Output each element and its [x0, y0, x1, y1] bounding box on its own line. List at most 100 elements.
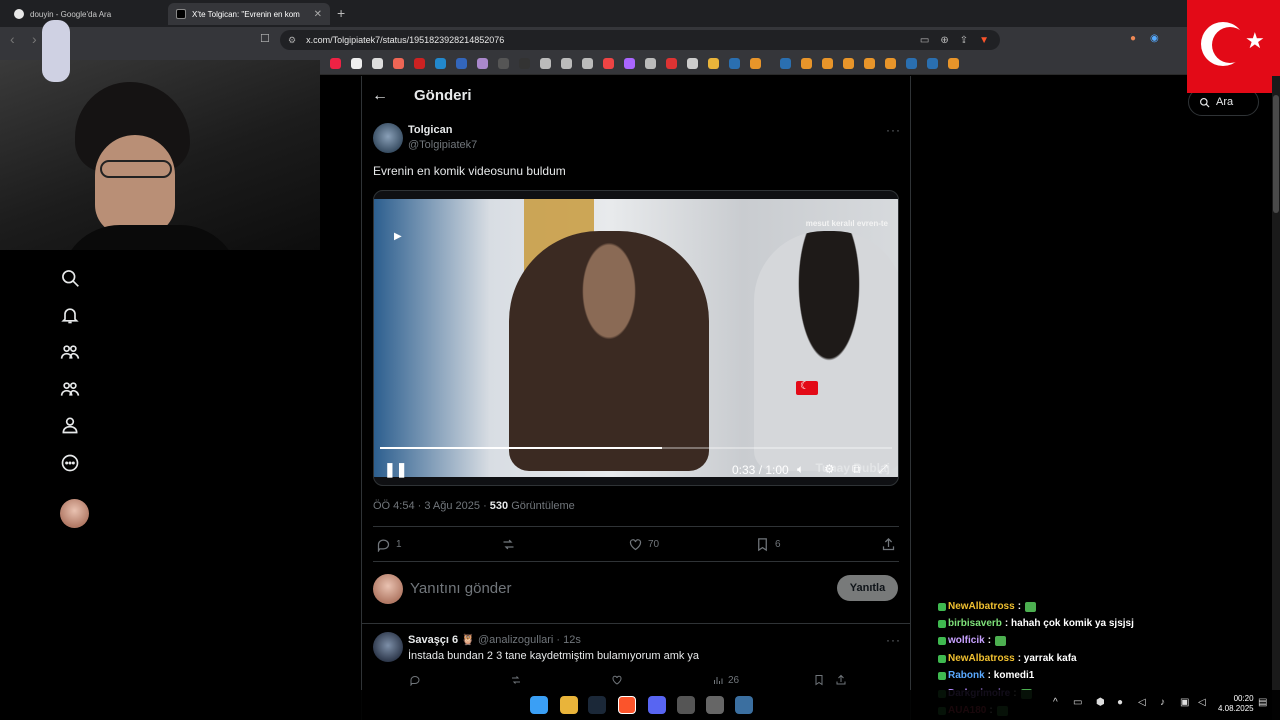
more-options-icon[interactable] [59, 452, 81, 474]
tweet-timestamp[interactable]: ÖÖ 4:54 · 3 Ağu 2025 · [373, 500, 490, 512]
obs-icon[interactable] [706, 696, 724, 714]
steam-icon[interactable] [906, 58, 917, 69]
like-button[interactable]: 70 [628, 537, 659, 552]
comment-bookmark-button[interactable] [813, 674, 829, 686]
reply-button[interactable]: 1 [376, 537, 402, 552]
tray-app-icon[interactable]: ⬢ [1096, 697, 1105, 708]
steam-icon[interactable] [927, 58, 938, 69]
bookmark-icon[interactable] [822, 58, 833, 69]
steam-icon[interactable] [780, 58, 791, 69]
chat-username[interactable]: NewAlbatross [948, 601, 1015, 612]
comment-views[interactable]: 26 [712, 674, 739, 686]
forward-nav-icon[interactable]: › [32, 31, 37, 47]
account-avatar[interactable] [60, 499, 89, 528]
groups-icon[interactable] [59, 378, 81, 400]
network-icon[interactable]: ▣ [1180, 697, 1189, 708]
author-handle[interactable]: @Tolgipiatek7 [408, 139, 477, 151]
comment-handle[interactable]: @analizogullari · 12s [478, 634, 581, 646]
author-name[interactable]: Tolgican [408, 124, 452, 136]
chat-username[interactable]: Rabonk [948, 670, 985, 681]
video-progress-bar[interactable] [380, 447, 892, 449]
new-tab-button[interactable]: + [337, 5, 345, 21]
bookmark-icon[interactable] [624, 58, 635, 69]
speaker-icon[interactable]: ◁ [1198, 697, 1206, 708]
profile-icon[interactable] [59, 414, 81, 436]
bookmark-icon[interactable] [498, 58, 509, 69]
bookmark-page-icon[interactable]: ☐ [260, 32, 270, 45]
bookmark-icon[interactable] [435, 58, 446, 69]
tray-steam-icon[interactable]: ● [1117, 697, 1123, 708]
comment-author-name[interactable]: Savaşçı 6 🦉 [408, 633, 475, 646]
chat-username[interactable]: wolficik [948, 635, 985, 646]
bookmark-icon[interactable] [666, 58, 677, 69]
comment-share-button[interactable] [835, 674, 851, 686]
bookmark-icon[interactable] [801, 58, 812, 69]
bookmark-icon[interactable] [582, 58, 593, 69]
chat-username[interactable]: birbisaverb [948, 618, 1002, 629]
author-avatar[interactable] [373, 123, 403, 153]
comment-like-button[interactable] [611, 674, 627, 686]
bookmark-icon[interactable] [561, 58, 572, 69]
comment-reply-button[interactable] [409, 674, 425, 686]
file-explorer-icon[interactable] [560, 696, 578, 714]
bookmark-icon[interactable] [477, 58, 488, 69]
cast-icon[interactable]: ▭ [920, 35, 929, 46]
bookmark-icon[interactable] [843, 58, 854, 69]
notifications-icon[interactable] [59, 304, 81, 326]
bookmark-icon[interactable] [645, 58, 656, 69]
post-more-icon[interactable]: ··· [886, 123, 901, 137]
extension-icon[interactable]: ● [1130, 33, 1136, 44]
comment-repost-button[interactable] [510, 674, 526, 686]
pause-icon[interactable]: ❚❚ [384, 461, 407, 478]
tray-expand-icon[interactable]: ^ [1053, 697, 1058, 708]
bookmark-icon[interactable] [687, 58, 698, 69]
discord-icon[interactable] [648, 696, 666, 714]
app-icon[interactable] [677, 696, 695, 714]
brave-shield-icon[interactable]: ▼ [979, 35, 989, 46]
tray-volume-icon[interactable]: ◁ [1138, 697, 1146, 708]
tray-app-icon[interactable]: ▭ [1073, 697, 1082, 708]
folder-icon[interactable] [708, 58, 719, 69]
bookmark-icon[interactable] [330, 58, 341, 69]
back-nav-icon[interactable]: ‹ [10, 31, 15, 47]
submit-reply-button[interactable]: Yanıtla [837, 575, 898, 601]
scrollbar-thumb[interactable] [1273, 95, 1279, 213]
zoom-icon[interactable]: ⊕ [940, 35, 948, 46]
picture-in-picture-icon[interactable]: ⧉ [852, 462, 861, 477]
settings-icon[interactable]: ⚙ [824, 462, 835, 476]
steam-icon[interactable] [729, 58, 740, 69]
video-player[interactable]: ▶ mesut keralıl evren-te Tunay Dublaj ❚❚… [373, 190, 899, 486]
microphone-icon[interactable]: ♪ [1160, 697, 1165, 708]
chat-username[interactable]: NewAlbatross [948, 653, 1015, 664]
bookmark-icon[interactable] [372, 58, 383, 69]
bookmark-icon[interactable] [414, 58, 425, 69]
volume-icon[interactable]: 🔈︎ [797, 462, 804, 477]
system-clock[interactable]: 00:20 4.08.2025 [1218, 694, 1254, 714]
bookmark-icon[interactable] [750, 58, 761, 69]
brave-browser-icon[interactable] [618, 696, 636, 714]
site-info-icon[interactable]: ⚙ [288, 35, 296, 46]
bookmark-icon[interactable] [603, 58, 614, 69]
bookmark-icon[interactable] [456, 58, 467, 69]
url-text[interactable]: x.com/Tolgipiatek7/status/19518239282148… [306, 35, 920, 45]
app-icon[interactable] [735, 696, 753, 714]
bookmark-icon[interactable] [540, 58, 551, 69]
bookmark-icon[interactable] [393, 58, 404, 69]
bookmark-icon[interactable] [885, 58, 896, 69]
bookmark-icon[interactable] [864, 58, 875, 69]
notification-center-icon[interactable]: ▤ [1258, 697, 1267, 708]
extension-icon[interactable]: ◉ [1150, 33, 1159, 44]
fullscreen-icon[interactable]: ⤢ [878, 462, 888, 477]
start-menu-icon[interactable] [530, 696, 548, 714]
address-bar[interactable]: ⚙ x.com/Tolgipiatek7/status/195182392821… [280, 30, 1000, 50]
communities-icon[interactable] [59, 341, 81, 363]
close-tab-icon[interactable]: ✕ [314, 9, 322, 20]
back-arrow-icon[interactable]: ← [372, 87, 388, 105]
tab-x-post[interactable]: X'te Tolgican: "Evrenin en kom ✕ [168, 3, 330, 25]
comment-more-icon[interactable]: ··· [886, 633, 901, 647]
tab-google-search[interactable]: douyin - Google'da Ara [6, 3, 166, 25]
bookmark-icon[interactable] [519, 58, 530, 69]
repost-button[interactable] [501, 537, 521, 552]
explore-icon[interactable] [59, 267, 81, 289]
steam-icon[interactable] [588, 696, 606, 714]
